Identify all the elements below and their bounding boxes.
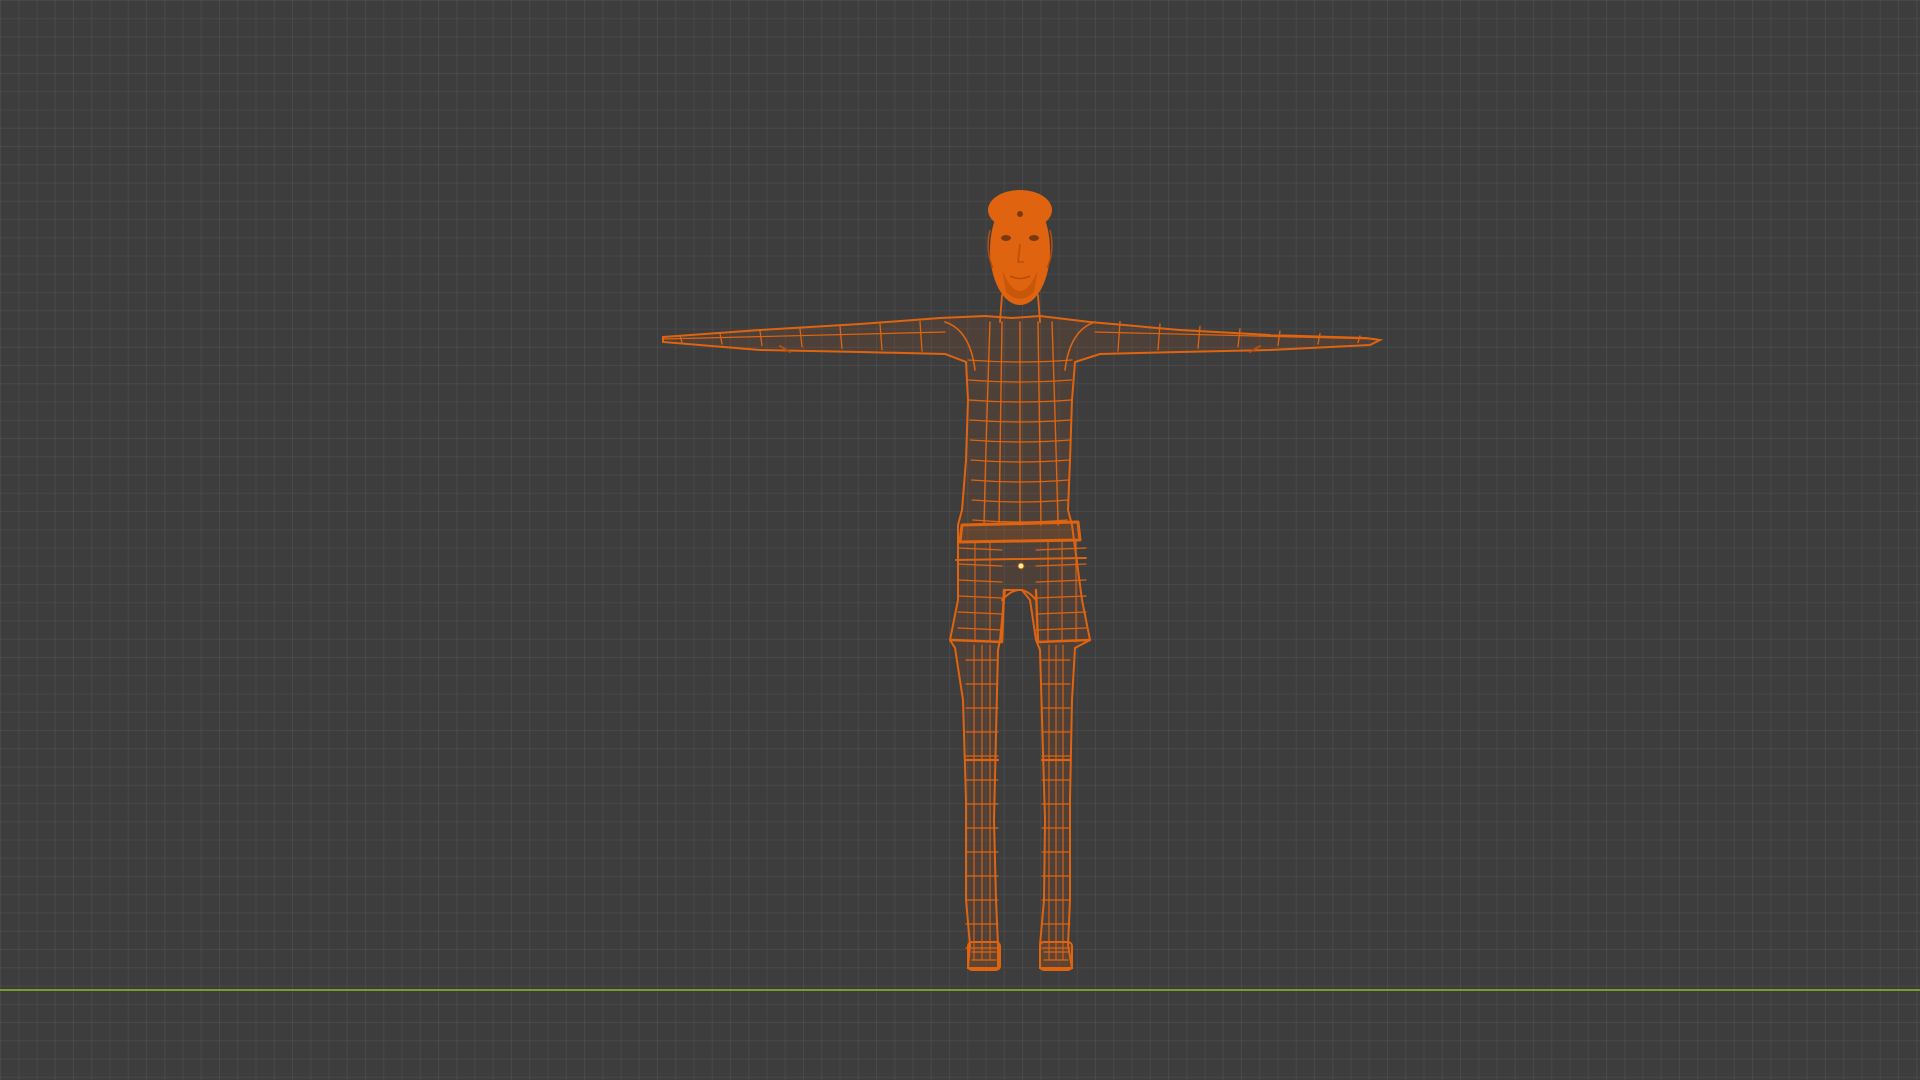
left-eye [1001, 235, 1011, 241]
mesh-edges [662, 294, 1378, 971]
object-origin [1017, 562, 1025, 570]
right-foot [1039, 941, 1073, 971]
head-mesh[interactable] [987, 190, 1053, 305]
mesh-silhouette [662, 314, 1384, 969]
skull-top [988, 190, 1052, 230]
body-outline [662, 314, 1384, 969]
humanoid-wireframe-mesh[interactable] [0, 0, 1920, 1080]
right-eye [1029, 235, 1039, 241]
left-foot [967, 941, 1001, 971]
3d-viewport[interactable] [0, 0, 1920, 1080]
head-origin-dot [1017, 211, 1023, 217]
